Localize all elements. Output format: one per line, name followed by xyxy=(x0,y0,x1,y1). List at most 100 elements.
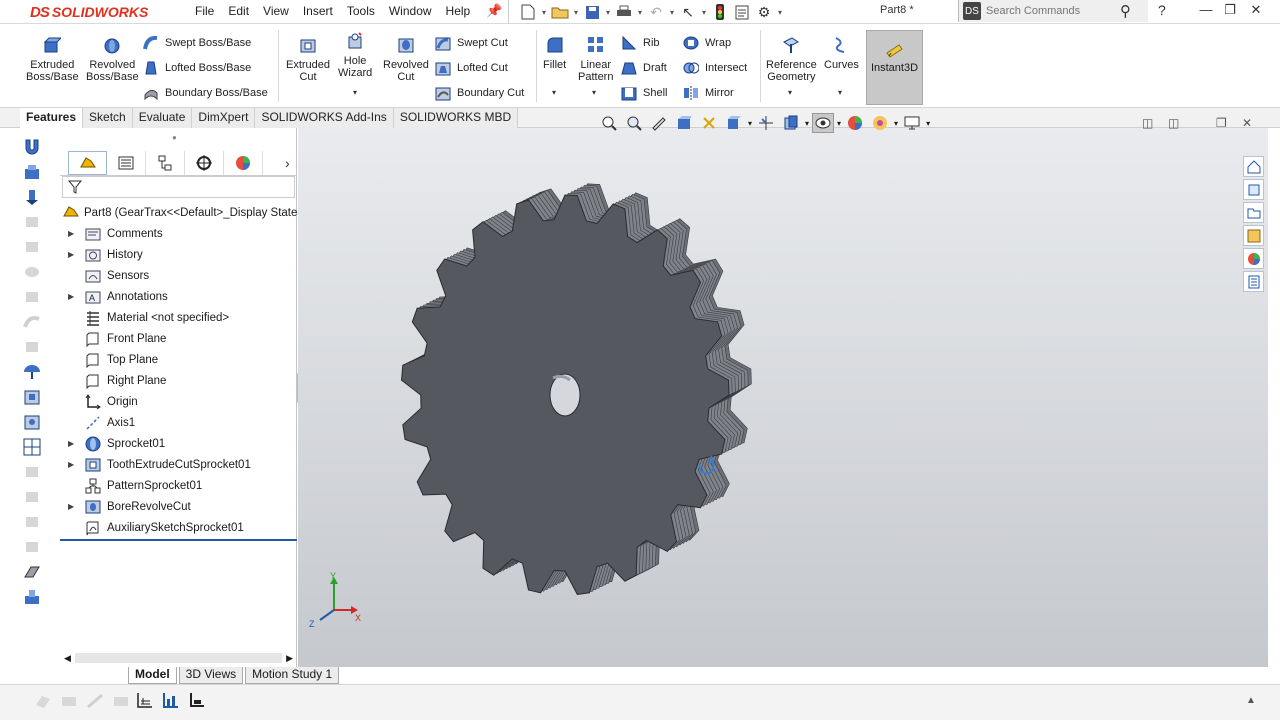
close-icon[interactable]: ✕ xyxy=(1246,2,1266,18)
shell-button[interactable]: Shell xyxy=(620,82,667,104)
reference-geometry-dropdown-icon[interactable]: ▾ xyxy=(788,88,792,97)
expand-arrow-icon[interactable]: ▶ xyxy=(68,502,74,511)
linear-pattern-button[interactable]: Linear Pattern xyxy=(578,34,613,83)
tree-item-front-plane[interactable]: Front Plane xyxy=(60,328,297,349)
boss-icon[interactable] xyxy=(21,161,43,183)
feature-manager-tab-icon[interactable] xyxy=(68,150,107,175)
expand-arrow-icon[interactable]: ▶ xyxy=(68,439,74,448)
chevron-right-icon[interactable]: › xyxy=(285,155,290,171)
expand-arrow-icon[interactable]: ▶ xyxy=(68,229,74,238)
disabled-tool-icon[interactable] xyxy=(21,461,43,483)
tree-item-axis1[interactable]: Axis1 xyxy=(60,412,297,433)
tab-motion-study[interactable]: Motion Study 1 xyxy=(245,667,340,684)
lofted-boss-button[interactable]: Lofted Boss/Base xyxy=(142,57,251,79)
tab-features[interactable]: Features xyxy=(20,108,84,128)
viewport-restore-icon[interactable]: ❐ xyxy=(1216,116,1227,130)
viewport-collapse-left-icon[interactable]: ◫ xyxy=(1142,116,1153,130)
tree-item-auxiliary-sketch[interactable]: AuxiliarySketchSprocket01 xyxy=(60,517,297,538)
tree-item-history[interactable]: ▶ History xyxy=(60,244,297,265)
select-cursor-icon[interactable]: ↖ xyxy=(677,2,699,22)
panel-grip[interactable]: ● xyxy=(172,133,177,142)
disabled-tool-icon[interactable] xyxy=(21,536,43,558)
open-dropdown-icon[interactable]: ▾ xyxy=(571,8,581,17)
expand-arrow-icon[interactable]: ▶ xyxy=(68,292,74,301)
revolved-cut-button[interactable]: Revolved Cut xyxy=(383,34,429,83)
menu-help[interactable]: Help xyxy=(439,0,478,24)
solidworks-logo[interactable]: DS SOLIDWORKS xyxy=(30,2,148,22)
rollback-bar[interactable] xyxy=(60,539,297,541)
graphics-area[interactable]: Y X Z xyxy=(298,128,1268,667)
tree-item-origin[interactable]: Origin xyxy=(60,391,297,412)
scroll-right-icon[interactable]: ▶ xyxy=(286,653,293,664)
undo-dropdown-icon[interactable]: ▾ xyxy=(667,8,677,17)
select-dropdown-icon[interactable]: ▾ xyxy=(699,8,709,17)
pattern-grid-icon[interactable] xyxy=(21,436,43,458)
histogram-icon[interactable] xyxy=(162,691,180,712)
zoom-to-fit-icon[interactable] xyxy=(598,113,620,133)
umbrella-icon[interactable] xyxy=(21,361,43,383)
options-dropdown-icon[interactable]: ▾ xyxy=(775,8,785,17)
new-document-icon[interactable] xyxy=(517,2,539,22)
mirror-button[interactable]: Mirror xyxy=(682,82,734,104)
file-properties-icon[interactable] xyxy=(731,2,753,22)
instant3d-button[interactable]: Instant3D xyxy=(866,30,923,105)
options-gear-icon[interactable]: ⚙ xyxy=(753,2,775,22)
weldment-icon[interactable] xyxy=(21,586,43,608)
rebuild-traffic-light-icon[interactable] xyxy=(709,2,731,22)
configuration-manager-tab-icon[interactable] xyxy=(146,150,185,175)
view-settings-icon[interactable] xyxy=(869,113,891,133)
save-icon[interactable] xyxy=(581,2,603,22)
dropdown-icon[interactable]: ▾ xyxy=(837,119,841,128)
print-dropdown-icon[interactable]: ▾ xyxy=(635,8,645,17)
curves-button[interactable]: Curves xyxy=(824,34,859,71)
rib-button[interactable]: Rib xyxy=(620,32,660,54)
expand-arrow-icon[interactable]: ▶ xyxy=(68,460,74,469)
disabled-tool-icon[interactable] xyxy=(21,236,43,258)
minimize-icon[interactable]: — xyxy=(1196,2,1216,17)
tab-3d-views[interactable]: 3D Views xyxy=(178,667,244,684)
fillet-button[interactable]: Fillet xyxy=(543,34,566,71)
tree-item-sprocket01[interactable]: ▶ Sprocket01 xyxy=(60,433,297,454)
boundary-cut-button[interactable]: Boundary Cut xyxy=(434,82,524,104)
print-icon[interactable] xyxy=(613,2,635,22)
view-palette-icon[interactable] xyxy=(1243,225,1264,246)
monitor-icon[interactable] xyxy=(901,113,923,133)
grid-icon[interactable] xyxy=(136,691,154,712)
reference-geometry-button[interactable]: Reference Geometry xyxy=(766,34,817,83)
scroll-left-icon[interactable]: ◀ xyxy=(64,653,71,664)
disabled-tool-icon[interactable] xyxy=(112,693,130,712)
fillet-dropdown-icon[interactable]: ▾ xyxy=(552,88,556,97)
magnet-icon[interactable] xyxy=(21,136,43,158)
disabled-tool-icon[interactable] xyxy=(21,311,43,333)
menu-file[interactable]: File xyxy=(188,0,221,24)
appearances-icon[interactable] xyxy=(1243,248,1264,269)
boundary-boss-button[interactable]: Boundary Boss/Base xyxy=(142,82,268,104)
menu-tools[interactable]: Tools xyxy=(340,0,382,24)
swept-cut-button[interactable]: Swept Cut xyxy=(434,32,508,54)
tab-dimxpert[interactable]: DimXpert xyxy=(192,108,256,128)
file-explorer-icon[interactable] xyxy=(1243,202,1264,223)
intersect-button[interactable]: Intersect xyxy=(682,57,747,79)
cut-revolve-icon[interactable] xyxy=(21,411,43,433)
disabled-tool-icon[interactable] xyxy=(21,511,43,533)
disabled-tool-icon[interactable] xyxy=(21,211,43,233)
dropdown-icon[interactable]: ▾ xyxy=(805,119,809,128)
tree-item-bore-revolve-cut[interactable]: ▶ BoreRevolveCut xyxy=(60,496,297,517)
search-commands-input[interactable] xyxy=(986,5,1114,17)
sheet-metal-icon[interactable] xyxy=(21,561,43,583)
tab-model[interactable]: Model xyxy=(128,667,177,684)
disabled-tool-icon[interactable] xyxy=(86,693,104,712)
disabled-tool-icon[interactable] xyxy=(21,286,43,308)
open-folder-icon[interactable] xyxy=(549,2,571,22)
apply-scene-icon[interactable] xyxy=(844,113,866,133)
menu-insert[interactable]: Insert xyxy=(296,0,340,24)
hide-show-items-icon[interactable] xyxy=(780,113,802,133)
menu-edit[interactable]: Edit xyxy=(221,0,256,24)
extruded-cut-button[interactable]: Extruded Cut xyxy=(286,34,330,83)
revolved-boss-button[interactable]: Revolved Boss/Base xyxy=(86,34,139,83)
dynamic-annotation-icon[interactable] xyxy=(698,113,720,133)
tab-solidworks-add-ins[interactable]: SOLIDWORKS Add-Ins xyxy=(255,108,394,128)
cut-extrude-icon[interactable] xyxy=(21,386,43,408)
disabled-tool-icon[interactable] xyxy=(60,693,78,712)
dimxpert-manager-tab-icon[interactable] xyxy=(185,150,224,175)
